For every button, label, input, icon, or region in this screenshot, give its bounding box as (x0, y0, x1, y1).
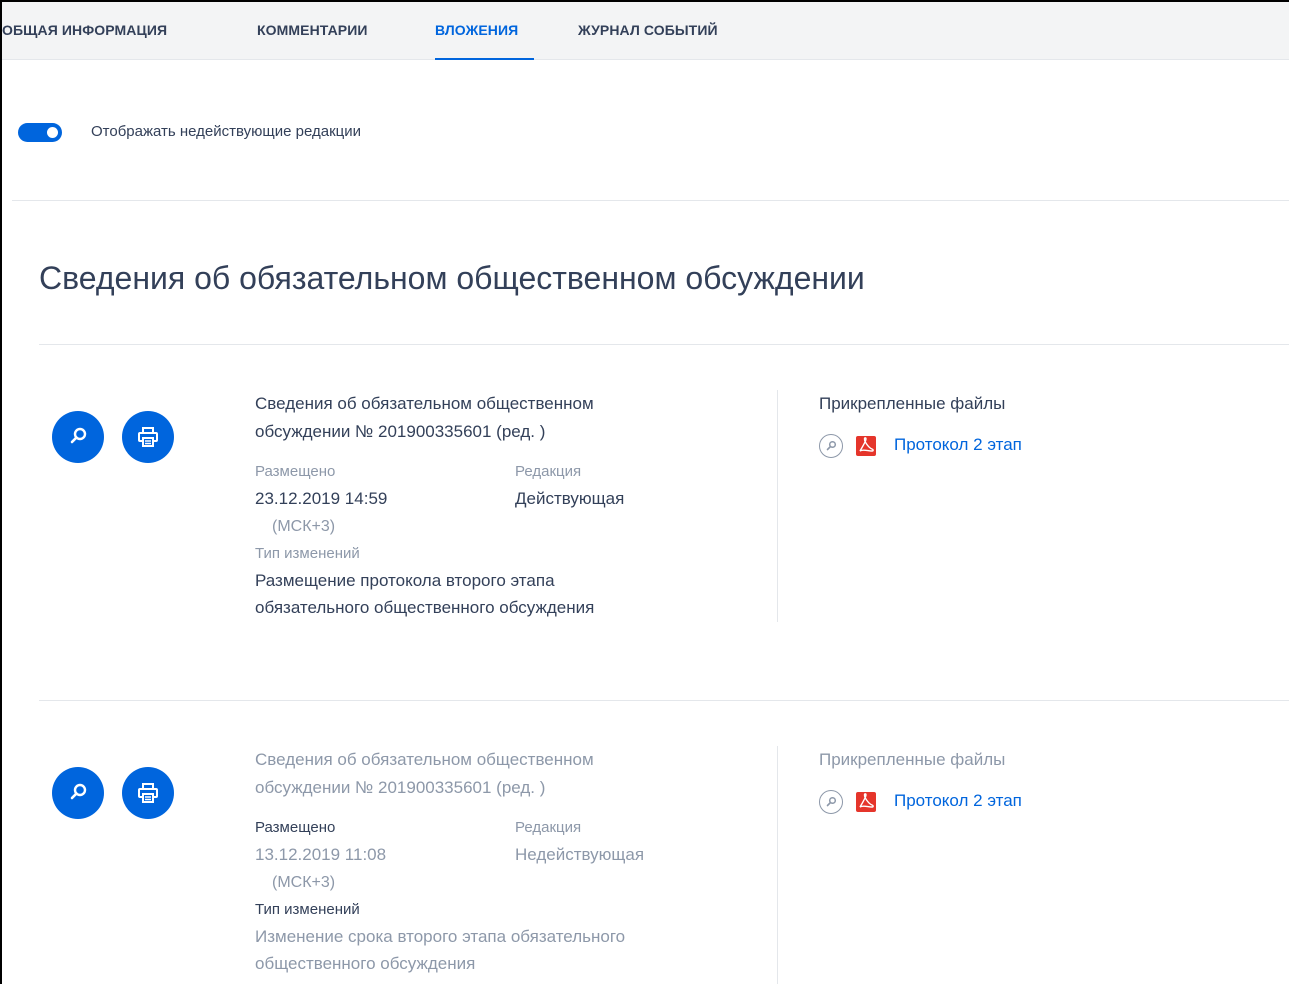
tab-event-log[interactable]: ЖУРНАЛ СОБЫТИЙ (578, 2, 748, 60)
column-divider (777, 390, 778, 622)
show-inactive-label: Отображать недействующие редакции (91, 123, 362, 140)
record-title: Сведения об обязательном общественном об… (255, 746, 695, 802)
record-title-line: обсуждении № 201900335601 (ред. ) (255, 422, 546, 441)
record-title-line: обсуждении № 201900335601 (ред. ) (255, 778, 546, 797)
placed-date: 13.12.2019 11:08 (255, 845, 387, 864)
divider (39, 344, 1289, 345)
tab-label: КОММЕНТАРИИ (257, 22, 368, 38)
file-link[interactable]: Протокол 2 этап (894, 435, 1022, 455)
tab-attachments[interactable]: ВЛОЖЕНИЯ (435, 2, 534, 60)
placed-label: Размещено (255, 819, 336, 836)
change-type-label: Тип изменений (255, 545, 360, 562)
pdf-file-icon (856, 436, 876, 456)
print-button[interactable] (122, 411, 174, 463)
tab-general-info[interactable]: ОБЩАЯ ИНФОРМАЦИЯ (2, 2, 216, 60)
change-type-line: Изменение срока второго этапа обязательн… (255, 927, 626, 946)
show-inactive-toggle[interactable] (18, 123, 62, 142)
change-type-value: Размещение протокола второго этапа обяза… (255, 567, 594, 621)
change-type-line: обязательного общественного обсуждения (255, 598, 595, 617)
column-divider (777, 746, 778, 984)
divider (12, 200, 1289, 201)
printer-icon (138, 783, 158, 803)
edition-status: Недействующая (515, 845, 645, 864)
edition-status: Действующая (515, 489, 625, 508)
record-title: Сведения об обязательном общественном об… (255, 390, 695, 446)
view-button[interactable] (52, 767, 104, 819)
section-title: Сведения об обязательном общественном об… (39, 260, 865, 296)
tab-bar: ОБЩАЯ ИНФОРМАЦИЯ КОММЕНТАРИИ ВЛОЖЕНИЯ ЖУ… (2, 2, 1289, 60)
attached-files-label: Прикрепленные файлы (819, 750, 1006, 769)
print-button[interactable] (122, 767, 174, 819)
placed-timezone: (МСК+3) (272, 874, 336, 891)
toggle-knob (47, 127, 58, 138)
magnifier-icon (70, 427, 87, 444)
attached-files-label: Прикрепленные файлы (819, 394, 1006, 413)
view-button[interactable] (52, 411, 104, 463)
change-type-value: Изменение срока второго этапа обязательн… (255, 923, 625, 977)
file-link[interactable]: Протокол 2 этап (894, 791, 1022, 811)
change-type-line: общественного обсуждения (255, 954, 476, 973)
placed-timezone: (МСК+3) (272, 518, 336, 535)
placed-date: 23.12.2019 14:59 (255, 489, 388, 508)
change-type-line: Размещение протокола второго этапа (255, 571, 555, 590)
pdf-file-icon (856, 792, 876, 812)
signature-key-icon[interactable] (819, 434, 843, 458)
tab-label: ЖУРНАЛ СОБЫТИЙ (578, 22, 718, 38)
change-type-label: Тип изменений (255, 901, 360, 918)
page-frame: ОБЩАЯ ИНФОРМАЦИЯ КОММЕНТАРИИ ВЛОЖЕНИЯ ЖУ… (0, 0, 1289, 984)
tab-label: ВЛОЖЕНИЯ (435, 22, 519, 38)
edition-label: Редакция (515, 819, 582, 836)
printer-icon (138, 427, 158, 447)
edition-label: Редакция (515, 463, 582, 480)
record-title-line: Сведения об обязательном общественном (255, 394, 594, 413)
tab-comments[interactable]: КОММЕНТАРИИ (257, 2, 395, 60)
signature-key-icon[interactable] (819, 790, 843, 814)
tab-label: ОБЩАЯ ИНФОРМАЦИЯ (2, 22, 168, 38)
divider (39, 700, 1289, 701)
record-title-line: Сведения об обязательном общественном (255, 750, 594, 769)
magnifier-icon (70, 783, 87, 800)
placed-label: Размещено (255, 463, 336, 480)
